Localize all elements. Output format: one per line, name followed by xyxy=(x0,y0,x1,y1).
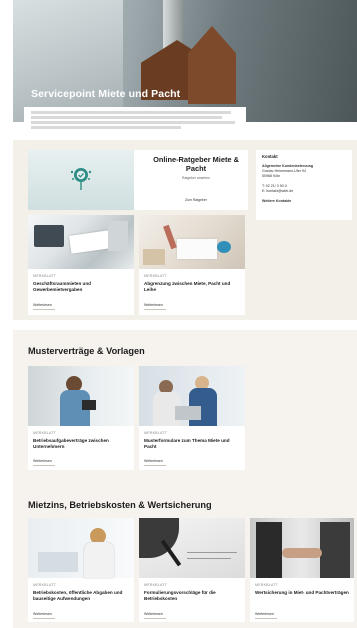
card-read-more[interactable]: Weiterlesen xyxy=(33,303,55,310)
card-read-more[interactable]: Weiterlesen xyxy=(144,459,166,466)
card-title[interactable]: Abgrenzung zwischen Miete, Pacht und Lei… xyxy=(144,281,240,292)
card-tag: Merkblatt xyxy=(33,583,57,587)
card-image-desk xyxy=(139,215,245,269)
gear-check-icon xyxy=(70,168,92,190)
card-image-office xyxy=(28,215,134,269)
card-tag: Merkblatt xyxy=(144,583,168,587)
contact-more-link[interactable]: Weitere Kontakte xyxy=(262,199,346,204)
card-read-more[interactable]: Weiterlesen xyxy=(255,612,277,619)
article-card[interactable]: Merkblatt Formulierungsvorschläge für di… xyxy=(139,518,245,622)
card-title[interactable]: Betriebsaufgabeverträge zwischen Unterne… xyxy=(33,438,129,449)
card-tag: Merkblatt xyxy=(144,274,168,278)
section-title-vorlagen: Musterverträge & Vorlagen xyxy=(28,346,145,356)
article-card[interactable]: Merkblatt Betriebsaufgabeverträge zwisch… xyxy=(28,366,134,470)
card-tag: Merkblatt xyxy=(144,431,168,435)
article-card[interactable]: Merkblatt Musterformulare zum Thema Miet… xyxy=(139,366,245,470)
intro-text-block xyxy=(24,107,246,137)
ratgeber-title: Online-Ratgeber Miete & Pacht xyxy=(153,155,239,173)
ratgeber-image xyxy=(28,150,134,210)
article-card[interactable]: Merkblatt Geschäftsraummieten und Gewerb… xyxy=(28,215,134,315)
card-title[interactable]: Formulierungsvorschläge für die Betriebs… xyxy=(144,590,240,601)
card-read-more[interactable]: Weiterlesen xyxy=(144,612,166,619)
hero-image-blur xyxy=(13,0,123,122)
card-title[interactable]: Geschäftsraummieten und Gewerbemietverga… xyxy=(33,281,129,292)
article-card[interactable]: Merkblatt Wertsicherung in Miet- und Pac… xyxy=(250,518,354,622)
card-tag: Merkblatt xyxy=(33,431,57,435)
card-read-more[interactable]: Weiterlesen xyxy=(144,303,166,310)
article-card[interactable]: Merkblatt Abgrenzung zwischen Miete, Pac… xyxy=(139,215,245,315)
card-image-handshake xyxy=(250,518,354,578)
card-title[interactable]: Wertsicherung in Miet- und Pachtverträge… xyxy=(255,590,349,596)
ratgeber-link[interactable]: Zum Ratgeber xyxy=(150,198,242,202)
card-tag: Merkblatt xyxy=(255,583,279,587)
card-title[interactable]: Betriebskosten, öffentliche Abgaben und … xyxy=(33,590,129,601)
hero-house-image-2 xyxy=(188,26,236,104)
contact-heading: Kontakt xyxy=(262,154,278,159)
article-card[interactable]: Merkblatt Betriebskosten, öffentliche Ab… xyxy=(28,518,134,622)
page-title: Servicepoint Miete und Pacht xyxy=(31,88,181,100)
card-title[interactable]: Musterformulare zum Thema Miete und Pach… xyxy=(144,438,240,449)
card-read-more[interactable]: Weiterlesen xyxy=(33,612,55,619)
section-title-mietzins: Mietzins, Betriebskosten & Wertsicherung xyxy=(28,500,212,510)
card-image-woman-tablet xyxy=(28,366,134,426)
hero-banner: Servicepoint Miete und Pacht xyxy=(13,0,357,122)
card-image-woman-desk xyxy=(28,518,134,578)
card-image-signing xyxy=(139,518,245,578)
ratgeber-subtitle: Ratgeber ansehen xyxy=(182,176,210,180)
card-read-more[interactable]: Weiterlesen xyxy=(33,459,55,466)
card-tag: Merkblatt xyxy=(33,274,57,278)
card-image-team-laptop xyxy=(139,366,245,426)
ratgeber-card[interactable]: Online-Ratgeber Miete & Pacht Ratgeber a… xyxy=(28,150,248,210)
contact-box: Kontakt Allgemeine Kundenbetreuung Gusta… xyxy=(256,150,352,220)
